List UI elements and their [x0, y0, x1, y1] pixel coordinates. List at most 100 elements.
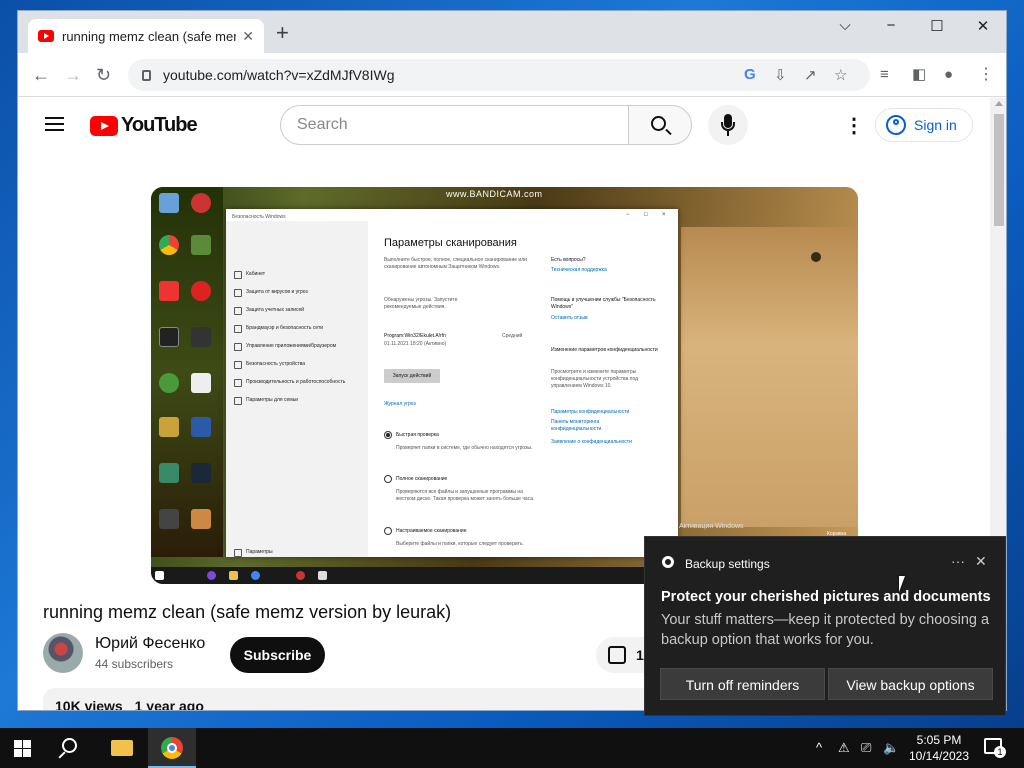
file-explorer-icon[interactable] — [111, 740, 133, 756]
video-chrome-icon — [251, 571, 260, 580]
media-queue-icon[interactable]: ≡ — [880, 65, 889, 85]
def-log-link: Журнал угроз — [384, 401, 416, 407]
forward-button[interactable]: → — [64, 65, 82, 85]
volume-muted-icon[interactable]: 🔈 — [883, 740, 899, 756]
profile-icon[interactable]: ● — [944, 65, 953, 85]
maximize-button[interactable]: ☐ — [914, 17, 960, 35]
security-tray-icon[interactable]: ⚠ — [838, 740, 850, 756]
youtube-logo[interactable]: YouTube — [90, 114, 198, 137]
backup-notification: Backup settings ··· ✕ Protect your cheri… — [644, 536, 1006, 716]
def-sidebar: Кабинет Защита от вирусов и угроз Защита… — [226, 221, 368, 557]
view-backup-options-button[interactable]: View backup options — [828, 668, 993, 700]
sign-in-button[interactable]: Sign in — [875, 108, 973, 142]
desktop-icon — [159, 193, 179, 213]
subscribe-button[interactable]: Subscribe — [230, 637, 325, 673]
action-center-icon[interactable]: 1 — [984, 738, 1006, 758]
bandicam-icon — [191, 193, 211, 213]
notification-count-badge: 1 — [994, 746, 1006, 758]
scrollbar-thumb[interactable] — [994, 114, 1004, 226]
def-nav-item: Безопасность устройства — [233, 361, 306, 369]
def-close: × — [662, 212, 666, 218]
address-bar[interactable]: youtube.com/watch?v=xZdMJfV8IWg G ⇩ ↗ ☆ — [128, 59, 870, 91]
search-button[interactable] — [628, 105, 692, 145]
def-radio-quick — [384, 431, 392, 439]
game-icon — [191, 327, 211, 347]
windows-start-icon[interactable] — [14, 740, 31, 757]
def-maximize: □ — [644, 212, 648, 218]
upload-age: 1 year ago — [134, 698, 204, 711]
channel-name[interactable]: Юрий Фесенко — [95, 635, 205, 653]
def-option-desc: Проверяются все файлы и запущенные прогр… — [396, 489, 535, 502]
clock-time: 5:05 PM — [916, 733, 962, 747]
close-tab-icon[interactable]: ✕ — [242, 28, 254, 45]
def-minimize: − — [626, 212, 630, 218]
notification-close-button[interactable]: ✕ — [975, 553, 987, 570]
tab-title: running memz clean (safe memz — [62, 28, 237, 44]
cabinet-knob — [811, 252, 821, 262]
def-option-desc: Выберите файлы и папки, которые следует … — [396, 541, 524, 547]
chrome-menu-icon[interactable]: ⋮ — [978, 65, 994, 85]
scroll-up-arrow-icon[interactable] — [995, 101, 1003, 106]
def-side-feedback: Оставить отзыв — [551, 315, 588, 321]
description-box[interactable]: 10K views 1 year ago — [43, 688, 683, 711]
google-translate-icon[interactable]: G — [744, 66, 756, 83]
notification-body: Your stuff matters—keep it protected by … — [661, 612, 990, 648]
search-input[interactable]: Search — [280, 105, 629, 145]
windows-security-window: Безопасность Windows − □ × Кабинет Защит… — [226, 209, 678, 557]
notification-app-name: Backup settings — [685, 557, 770, 571]
browser-tab[interactable]: running memz clean (safe memz ✕ — [28, 19, 264, 53]
tray-overflow-icon[interactable]: ^ — [816, 740, 822, 755]
def-side-privacy-text: Просмотрите и измените параметры конфиде… — [551, 369, 639, 389]
file-icon — [191, 373, 211, 393]
def-side-privacy: Изменение параметров конфиденциальности — [551, 347, 658, 353]
search-icon — [651, 116, 666, 131]
stardew-icon — [159, 417, 179, 437]
close-window-button[interactable]: ✕ — [960, 17, 1006, 35]
turn-off-reminders-button[interactable]: Turn off reminders — [660, 668, 825, 700]
video-folder-icon — [229, 571, 238, 580]
youtube-play-icon — [90, 115, 118, 136]
taskbar-chrome-button[interactable] — [148, 728, 196, 768]
share-icon[interactable]: ↗ — [804, 66, 817, 84]
clock-date: 10/14/2023 — [908, 749, 970, 763]
def-side-improve: Помощь в улучшении службы "Безопасность … — [551, 297, 656, 310]
hamburger-menu-icon[interactable] — [45, 117, 64, 131]
voice-search-button[interactable] — [708, 105, 748, 145]
def-nav-item: Параметры для семьи — [233, 397, 299, 405]
steam-icon — [191, 463, 211, 483]
settings-more-icon[interactable]: ⋮ — [844, 116, 864, 136]
subscriber-count: 44 subscribers — [95, 657, 174, 671]
reload-button[interactable]: ↻ — [96, 65, 111, 85]
def-side-link: Заявление о конфиденциальности — [551, 439, 632, 445]
new-tab-button[interactable]: + — [276, 22, 289, 44]
video-shield-icon — [318, 571, 327, 580]
install-app-icon[interactable]: ⇩ — [774, 66, 787, 84]
def-nav-item: Управление приложениями/браузером — [233, 343, 337, 351]
system-clock[interactable]: 5:05 PM 10/14/2023 — [902, 732, 976, 764]
def-nav-item: Брандмауэр и безопасность сети — [233, 325, 324, 333]
browser-toolbar: ← → ↻ youtube.com/watch?v=xZdMJfV8IWg G … — [18, 53, 1006, 97]
activate-windows-text: Активация Windows — [679, 523, 744, 530]
youtube-favicon-icon — [38, 30, 54, 42]
def-action-button: Запуск действий — [384, 369, 440, 383]
tab-search-button[interactable]: ⌵ — [822, 17, 868, 34]
microphone-stand — [721, 122, 735, 131]
video-title: running memz clean (safe memz version by… — [43, 602, 452, 622]
def-nav-item: Кабинет — [233, 271, 266, 279]
notification-more-button[interactable]: ··· — [951, 553, 965, 569]
youtube-logo-text: YouTube — [121, 114, 198, 136]
def-nav-item: Производительность и работоспособность — [233, 379, 346, 387]
def-window-title: Безопасность Windows — [232, 214, 286, 220]
video-player[interactable]: www.BANDICAM.com Безопасность Windows − … — [151, 187, 858, 584]
def-threat-name: Program:Win32/Ekulet.A!rfn — [384, 333, 446, 339]
side-panel-icon[interactable]: ◧ — [912, 65, 926, 85]
bookmark-star-icon[interactable]: ☆ — [834, 66, 847, 84]
back-button[interactable]: ← — [32, 65, 50, 85]
minimize-button[interactable]: − — [868, 17, 914, 34]
network-icon[interactable]: ⎚ — [861, 740, 871, 756]
channel-avatar[interactable] — [43, 633, 83, 673]
def-side-link: Панель мониторинга конфиденциальности — [551, 419, 602, 432]
def-threats-found: Обнаружены угрозы. Запустите рекомендуем… — [384, 297, 458, 310]
utorrent-icon — [159, 373, 179, 393]
taskbar-search-icon[interactable] — [62, 738, 77, 753]
